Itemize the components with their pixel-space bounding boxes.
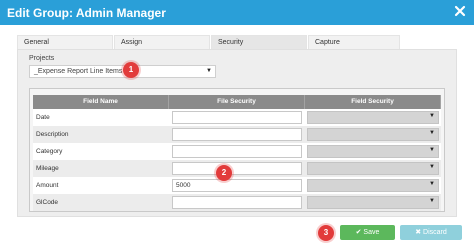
x-icon: ✖ bbox=[415, 229, 422, 236]
header-file-security: File Security bbox=[169, 95, 305, 109]
caret-down-icon: ▼ bbox=[429, 181, 435, 187]
tab-security[interactable]: Security bbox=[211, 35, 307, 49]
file-security-input[interactable] bbox=[172, 179, 302, 192]
file-security-input[interactable] bbox=[172, 196, 302, 209]
projects-selected-value: _Expense Report Line Items bbox=[34, 68, 123, 75]
tab-capture[interactable]: Capture bbox=[308, 35, 400, 49]
close-icon[interactable] bbox=[453, 4, 467, 18]
field-name: Category bbox=[36, 148, 63, 155]
callout-badge-1: 1 bbox=[123, 62, 139, 78]
header-field-name: Field Name bbox=[33, 95, 169, 109]
dialog-title: Edit Group: Admin Manager bbox=[7, 6, 166, 20]
table-row: Amount ▼ bbox=[33, 177, 441, 194]
discard-button[interactable]: ✖ Discard bbox=[400, 225, 462, 240]
caret-down-icon: ▼ bbox=[206, 68, 212, 74]
file-security-input[interactable] bbox=[172, 128, 302, 141]
table-row: Description ▼ bbox=[33, 126, 441, 143]
table-row: Date ▼ bbox=[33, 109, 441, 126]
discard-label: Discard bbox=[423, 229, 447, 236]
field-name: Description bbox=[36, 131, 69, 138]
save-button[interactable]: ✔ Save bbox=[340, 225, 395, 240]
table-row: GlCode ▼ bbox=[33, 194, 441, 211]
file-security-input[interactable] bbox=[172, 162, 302, 175]
tab-bar: General Assign Security Capture bbox=[17, 35, 457, 49]
field-security-select[interactable]: ▼ bbox=[307, 162, 439, 175]
save-label: Save bbox=[363, 229, 380, 236]
header-field-security: Field Security bbox=[305, 95, 441, 109]
table-header: Field Name File Security Field Security bbox=[33, 95, 441, 109]
table-row: Mileage ▼ bbox=[33, 160, 441, 177]
field-security-table: Field Name File Security Field Security … bbox=[33, 95, 441, 211]
field-security-select[interactable]: ▼ bbox=[307, 128, 439, 141]
field-security-select[interactable]: ▼ bbox=[307, 145, 439, 158]
caret-down-icon: ▼ bbox=[429, 164, 435, 170]
field-name: Date bbox=[36, 114, 50, 121]
tab-assign[interactable]: Assign bbox=[114, 35, 210, 49]
field-name: Mileage bbox=[36, 165, 59, 172]
caret-down-icon: ▼ bbox=[429, 198, 435, 204]
field-name: Amount bbox=[36, 182, 59, 189]
field-security-select[interactable]: ▼ bbox=[307, 196, 439, 209]
dialog-titlebar: Edit Group: Admin Manager bbox=[0, 0, 474, 25]
file-security-input[interactable] bbox=[172, 145, 302, 158]
caret-down-icon: ▼ bbox=[429, 113, 435, 119]
caret-down-icon: ▼ bbox=[429, 147, 435, 153]
projects-label: Projects bbox=[29, 55, 55, 62]
check-icon: ✔ bbox=[355, 229, 362, 236]
caret-down-icon: ▼ bbox=[429, 130, 435, 136]
field-security-select[interactable]: ▼ bbox=[307, 179, 439, 192]
field-security-select[interactable]: ▼ bbox=[307, 111, 439, 124]
field-name: GlCode bbox=[36, 199, 59, 206]
table-row: Category ▼ bbox=[33, 143, 441, 160]
file-security-input[interactable] bbox=[172, 111, 302, 124]
callout-badge-2: 2 bbox=[216, 165, 232, 181]
callout-badge-3: 3 bbox=[318, 225, 334, 241]
tab-general[interactable]: General bbox=[17, 35, 113, 49]
